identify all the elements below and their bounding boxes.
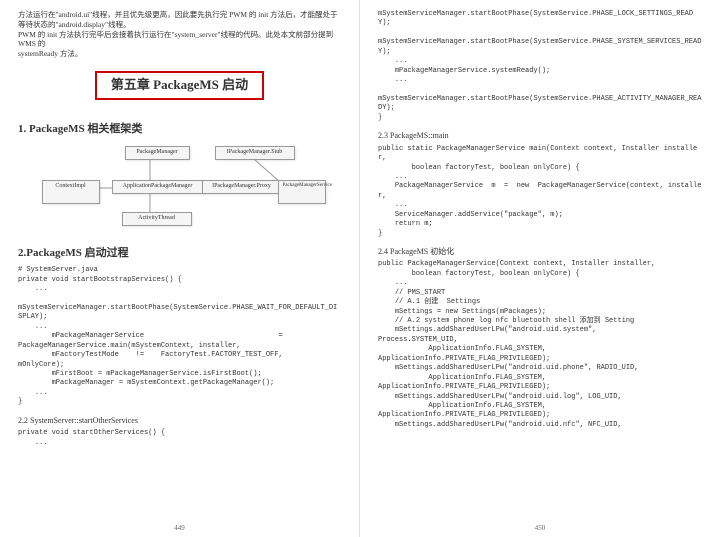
intro-p2: PWM 的 init 方法执行完毕后会接着执行运行在"system_server… bbox=[18, 30, 341, 50]
diagram-box-stub: IPackageManager.Stub bbox=[215, 146, 295, 160]
subsection-2-3: 2.3 PackageMS::main bbox=[378, 131, 702, 141]
code-block-1: # SystemServer.java private void startBo… bbox=[18, 266, 341, 408]
code-block-5: public PackageManagerService(Context con… bbox=[378, 260, 702, 430]
subsection-2-2: 2.2 SystemServer::startOtherServices bbox=[18, 416, 341, 426]
framework-diagram: PackageManager IPackageManager.Stub Cont… bbox=[40, 142, 320, 232]
right-page: mSystemServiceManager.startBootPhase(Sys… bbox=[360, 0, 720, 537]
chapter-title: 第五章 PackageMS 启动 bbox=[95, 71, 264, 100]
chapter-heading-wrap: 第五章 PackageMS 启动 bbox=[18, 67, 341, 112]
page-number-right: 450 bbox=[360, 524, 720, 533]
diagram-box-apppkgmgr: ApplicationPackageManager bbox=[112, 180, 204, 194]
page-number-left: 449 bbox=[0, 524, 359, 533]
code-block-4: public static PackageManagerService main… bbox=[378, 145, 702, 239]
diagram-box-proxy: IPackageManager.Proxy bbox=[202, 180, 282, 194]
diagram-box-pkgmgrservice: PackageManagerService bbox=[278, 180, 326, 204]
intro-p1: 方法运行在"android.ui"线程，并且优先级更高，因此要先执行完 PWM … bbox=[18, 10, 341, 30]
diagram-box-packagemanager: PackageManager bbox=[125, 146, 190, 160]
intro-text: 方法运行在"android.ui"线程，并且优先级更高，因此要先执行完 PWM … bbox=[18, 10, 341, 59]
intro-p3: systemReady 方法。 bbox=[18, 49, 341, 59]
code-block-2: private void startOtherServices() { ... bbox=[18, 429, 341, 448]
section-2-title: 2.PackageMS 启动过程 bbox=[18, 246, 341, 260]
subsection-2-4: 2.4 PackageMS 初始化 bbox=[378, 247, 702, 257]
diagram-box-contextimpl: ContextImpl bbox=[42, 180, 100, 204]
section-1-title: 1. PackageMS 相关框架类 bbox=[18, 122, 341, 136]
diagram-box-activitythread: ActivityThread bbox=[122, 212, 192, 226]
left-page: 方法运行在"android.ui"线程，并且优先级更高，因此要先执行完 PWM … bbox=[0, 0, 360, 537]
code-block-3: mSystemServiceManager.startBootPhase(Sys… bbox=[378, 10, 702, 123]
page-spread: 方法运行在"android.ui"线程，并且优先级更高，因此要先执行完 PWM … bbox=[0, 0, 720, 537]
